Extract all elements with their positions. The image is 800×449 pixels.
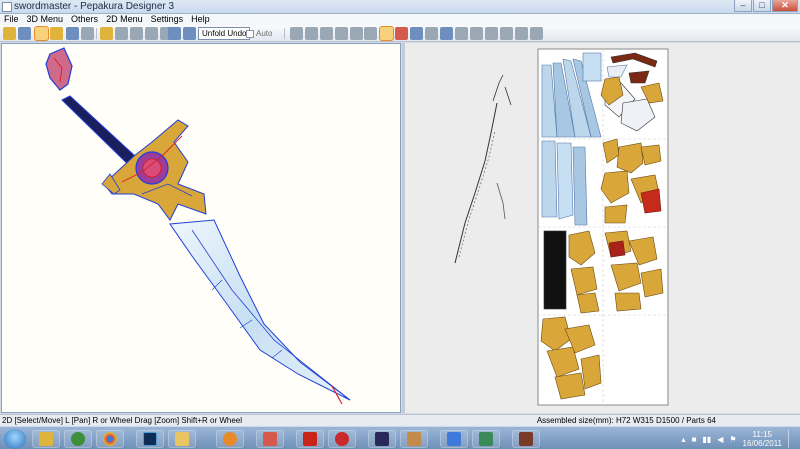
toolbar-separator <box>96 28 97 39</box>
zoom-in-icon[interactable] <box>364 27 377 40</box>
pepakura-icon[interactable] <box>256 430 284 448</box>
redo-2d-icon[interactable] <box>515 27 528 40</box>
taskbar: ▴ ■ ▮▮ ◀ ⚑ 11:15 16/06/2011 <box>0 426 800 449</box>
tray-arrow-icon[interactable]: ▴ <box>682 435 686 444</box>
rotate-icon[interactable] <box>66 27 79 40</box>
dual-view-icon[interactable] <box>183 27 196 40</box>
explorer-icon[interactable] <box>32 430 60 448</box>
align-left-icon[interactable] <box>290 27 303 40</box>
status-assembled-size: Assembled size(mm): H72 W315 D1500 / Par… <box>536 416 716 425</box>
auto-checkbox[interactable]: Auto <box>246 27 272 40</box>
network-icon[interactable]: ▮▮ <box>702 435 711 444</box>
tray-notify-icon[interactable]: ■ <box>692 435 697 444</box>
clock-date: 16/06/2011 <box>742 439 782 448</box>
start-orb[interactable] <box>4 429 26 449</box>
status-hint: 2D [Select/Move] L [Pan] R or Wheel Drag… <box>2 416 243 425</box>
status-bar: 2D [Select/Move] L [Pan] R or Wheel Drag… <box>0 414 800 426</box>
game-icon[interactable] <box>368 430 396 448</box>
auto-label: Auto <box>256 29 273 38</box>
chrome-icon[interactable] <box>96 430 124 448</box>
opera-icon[interactable] <box>328 430 356 448</box>
unfold-undo-button[interactable]: Unfold Undo <box>198 27 251 40</box>
show-desktop-button[interactable] <box>788 430 798 448</box>
scale-icon[interactable] <box>485 27 498 40</box>
window-title: swordmaster - Pepakura Designer 3 <box>14 1 175 12</box>
package-icon[interactable] <box>472 430 500 448</box>
system-tray: ▴ ■ ▮▮ ◀ ⚑ 11:15 16/06/2011 <box>682 429 798 449</box>
menu-2d[interactable]: 2D Menu <box>106 14 143 25</box>
2d-view-pane[interactable] <box>405 43 800 413</box>
single-view-icon[interactable] <box>168 27 181 40</box>
split-icon[interactable] <box>145 27 158 40</box>
books-icon[interactable] <box>512 430 540 448</box>
window-controls: – □ ✕ <box>734 0 798 12</box>
join-icon[interactable] <box>130 27 143 40</box>
checkbox-box <box>246 29 254 38</box>
select-2d-icon[interactable] <box>379 26 394 41</box>
box-view-icon[interactable] <box>50 27 63 40</box>
title-bar: swordmaster - Pepakura Designer 3 – □ ✕ <box>0 0 800 14</box>
unfolded-pattern-view <box>454 48 669 406</box>
pencil-icon[interactable] <box>100 27 113 40</box>
menu-3d[interactable]: 3D Menu <box>27 14 64 25</box>
clock[interactable]: 11:15 16/06/2011 <box>743 430 782 448</box>
image-icon[interactable] <box>440 27 453 40</box>
menu-help[interactable]: Help <box>191 14 210 25</box>
flag-icon[interactable]: ⚑ <box>729 435 736 444</box>
winamp-icon[interactable] <box>64 430 92 448</box>
minimize-button[interactable]: – <box>734 0 752 12</box>
toolbar: Unfold Undo Auto <box>0 25 800 42</box>
select-tool-icon[interactable] <box>34 26 49 41</box>
undo-icon[interactable] <box>81 27 94 40</box>
flip-icon[interactable] <box>470 27 483 40</box>
undo-2d-icon[interactable] <box>500 27 513 40</box>
rotate-2d-icon[interactable] <box>410 27 423 40</box>
app-icon <box>2 2 12 12</box>
toolbar-separator <box>284 28 285 39</box>
snipping-icon[interactable] <box>440 430 468 448</box>
maximize-button[interactable]: □ <box>753 0 771 12</box>
menu-file[interactable]: File <box>4 14 19 25</box>
volume-icon[interactable]: ◀ <box>717 435 723 444</box>
align-right-icon[interactable] <box>320 27 333 40</box>
close-button[interactable]: ✕ <box>772 0 798 12</box>
filezilla-icon[interactable] <box>296 430 324 448</box>
hand-icon[interactable] <box>115 27 128 40</box>
open-icon[interactable] <box>3 27 16 40</box>
edge-icon[interactable] <box>455 27 468 40</box>
folder-icon[interactable] <box>168 430 196 448</box>
align-top-icon[interactable] <box>335 27 348 40</box>
photoshop-icon[interactable] <box>136 430 164 448</box>
3d-view-pane[interactable] <box>1 43 401 413</box>
zoom-fit-icon[interactable] <box>350 27 363 40</box>
media-player-icon[interactable] <box>216 430 244 448</box>
text-icon[interactable] <box>425 27 438 40</box>
move-2d-icon[interactable] <box>395 27 408 40</box>
align-center-icon[interactable] <box>305 27 318 40</box>
clock-time: 11:15 <box>752 430 772 439</box>
menu-others[interactable]: Others <box>71 14 98 25</box>
menu-settings[interactable]: Settings <box>151 14 184 25</box>
sword-3d-model <box>45 47 351 405</box>
save-icon[interactable] <box>18 27 31 40</box>
notepad-icon[interactable] <box>400 430 428 448</box>
zoom-2d-icon[interactable] <box>530 27 543 40</box>
menu-bar: File 3D Menu Others 2D Menu Settings Hel… <box>0 14 800 25</box>
